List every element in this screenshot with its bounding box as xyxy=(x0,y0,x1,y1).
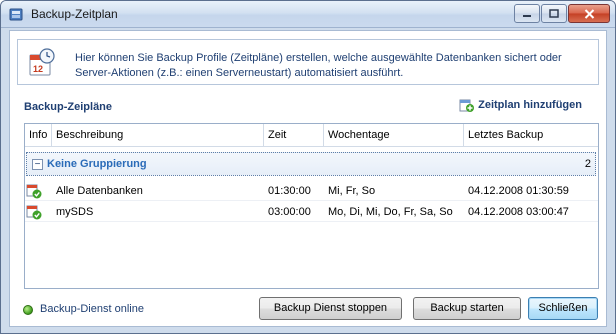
start-backup-button[interactable]: Backup starten xyxy=(413,297,521,320)
table-row[interactable]: Alle Datenbanken 01:30:00 Mi, Fr, So 04.… xyxy=(25,181,598,201)
status-online-icon xyxy=(23,305,33,315)
row-last-backup: 04.12.2008 03:00:47 xyxy=(468,206,569,218)
schedules-section-header: Backup-Zeipläne Zeitplan hinzufügen xyxy=(17,97,599,121)
window-controls xyxy=(514,4,610,23)
calendar-clock-icon: 12 xyxy=(29,48,55,76)
row-weekdays: Mi, Fr, So xyxy=(328,185,376,197)
row-time: 03:00:00 xyxy=(268,206,311,218)
info-panel: 12 Hier können Sie Backup Profile (Zeitp… xyxy=(17,39,599,85)
row-last-backup: 04.12.2008 01:30:59 xyxy=(468,185,569,197)
row-time: 01:30:00 xyxy=(268,185,311,197)
group-row[interactable]: − Keine Gruppierung 2 xyxy=(26,152,596,176)
schedule-ok-icon xyxy=(26,184,42,199)
collapse-group-icon[interactable]: − xyxy=(32,159,43,170)
close-window-button[interactable] xyxy=(568,4,610,23)
service-status-text: Backup-Dienst online xyxy=(40,303,144,315)
dialog-footer: Backup-Dienst online Backup Dienst stopp… xyxy=(10,293,608,328)
backup-app-icon xyxy=(9,8,23,21)
add-schedule-button[interactable]: Zeitplan hinzufügen xyxy=(458,97,582,113)
dialog-content: 12 Hier können Sie Backup Profile (Zeitp… xyxy=(9,30,607,327)
window-title: Backup-Zeitplan xyxy=(31,7,118,21)
add-schedule-label: Zeitplan hinzufügen xyxy=(478,99,582,111)
close-icon xyxy=(584,8,594,19)
stop-service-button[interactable]: Backup Dienst stoppen xyxy=(259,297,402,320)
group-label: Keine Gruppierung xyxy=(47,158,147,170)
section-title: Backup-Zeipläne xyxy=(24,101,113,113)
minimize-icon xyxy=(523,14,531,17)
svg-text:12: 12 xyxy=(33,64,43,74)
add-schedule-icon xyxy=(459,99,475,112)
close-button[interactable]: Schließen xyxy=(528,297,598,320)
backup-schedule-window: Backup-Zeitplan 12 Hier können Sie Backu… xyxy=(0,0,616,334)
schedule-grid: Info Beschreibung Zeit Wochentage Letzte… xyxy=(24,123,599,289)
minimize-button[interactable] xyxy=(514,4,540,23)
column-header-description[interactable]: Beschreibung xyxy=(52,124,264,147)
group-count: 2 xyxy=(584,158,591,170)
column-header-weekdays[interactable]: Wochentage xyxy=(324,124,464,147)
schedule-ok-icon xyxy=(26,205,42,220)
row-weekdays: Mo, Di, Mi, Do, Fr, Sa, So xyxy=(328,206,453,218)
table-row[interactable]: mySDS 03:00:00 Mo, Di, Mi, Do, Fr, Sa, S… xyxy=(25,202,598,222)
grid-header: Info Beschreibung Zeit Wochentage Letzte… xyxy=(25,124,598,147)
column-header-time[interactable]: Zeit xyxy=(264,124,324,147)
info-text: Hier können Sie Backup Profile (Zeitplän… xyxy=(75,52,562,79)
row-description: Alle Datenbanken xyxy=(56,185,143,197)
maximize-icon xyxy=(549,9,559,18)
maximize-button[interactable] xyxy=(541,4,567,23)
title-bar[interactable]: Backup-Zeitplan xyxy=(1,1,615,28)
column-header-last-backup[interactable]: Letztes Backup xyxy=(464,124,598,147)
column-header-info[interactable]: Info xyxy=(25,124,52,147)
row-description: mySDS xyxy=(56,206,94,218)
